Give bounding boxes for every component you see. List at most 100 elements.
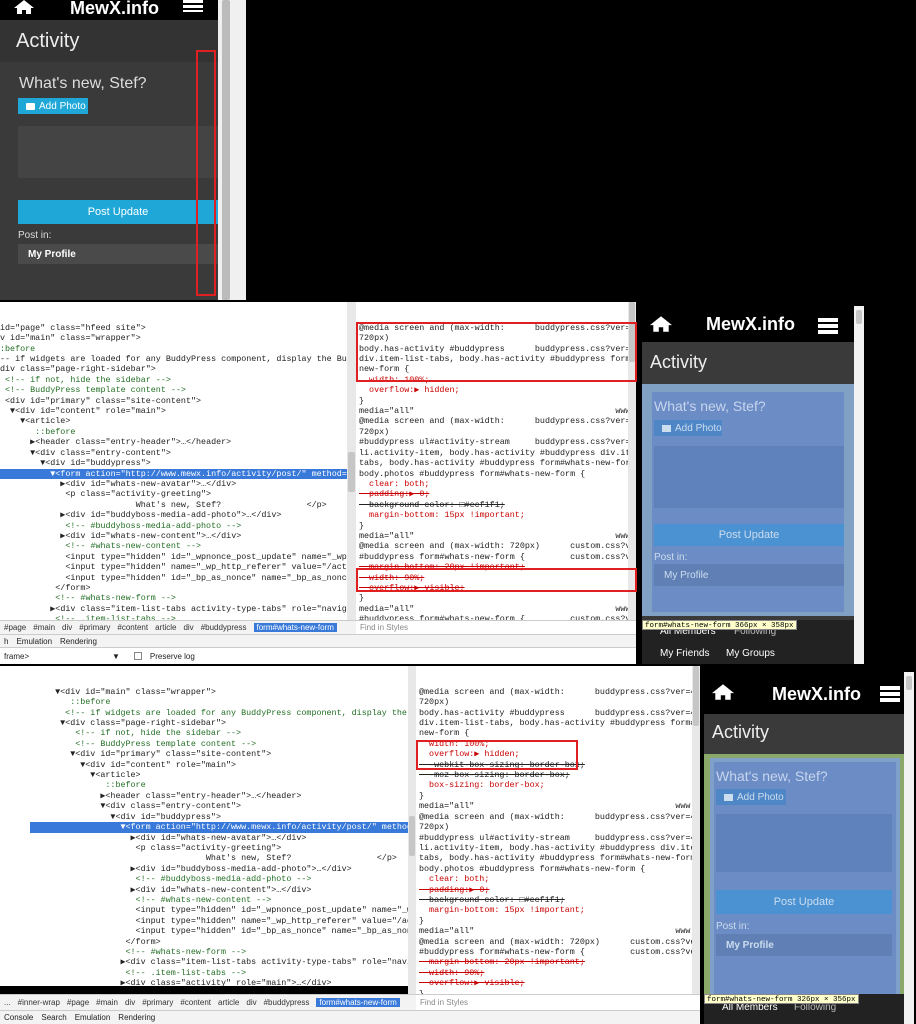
dom-node[interactable]: ▶<div id="buddyboss-media-add-photo">…</… bbox=[0, 510, 356, 520]
post-update-button[interactable]: Post Update bbox=[18, 200, 218, 224]
css-line[interactable]: @media screen and (max-width: buddypress… bbox=[419, 812, 700, 822]
breadcrumb-item[interactable]: #content bbox=[117, 623, 148, 632]
drawer-tab[interactable]: Rendering bbox=[118, 1013, 155, 1022]
css-line[interactable]: clear: both; bbox=[359, 479, 636, 489]
breadcrumb-item[interactable]: #content bbox=[180, 998, 211, 1007]
breadcrumb-active[interactable]: form#whats-new-form bbox=[253, 623, 337, 632]
css-line[interactable]: overflow:▶ visible; bbox=[419, 978, 700, 988]
breadcrumb-item[interactable]: #page bbox=[4, 623, 26, 632]
dom-node[interactable]: ▶<div class="item-list-tabs activity-typ… bbox=[30, 957, 408, 967]
dom-node[interactable]: ▼<div class="entry-content"> bbox=[0, 448, 356, 458]
dom-node[interactable]: ▶<div id="whats-new-content">…</div> bbox=[0, 531, 356, 541]
whats-new-textarea[interactable] bbox=[654, 446, 844, 508]
dom-node[interactable]: ▶<div id="buddyboss-media-add-photo">…</… bbox=[30, 864, 408, 874]
styles-scrollbar-bottom[interactable] bbox=[692, 666, 700, 994]
dom-node[interactable]: What's new, Stef? </p> bbox=[0, 500, 356, 510]
dom-node[interactable]: <!-- #buddyboss-media-add-photo --> bbox=[0, 521, 356, 531]
dom-node[interactable]: ▼<div class="entry-content"> bbox=[30, 801, 408, 811]
dom-node[interactable]: </form> bbox=[30, 937, 408, 947]
css-line[interactable]: background-color: □#ecf1f1; bbox=[359, 500, 636, 510]
dom-node[interactable]: ▼<div id="content" role="main"> bbox=[0, 406, 356, 416]
breadcrumb-item[interactable]: article bbox=[218, 998, 239, 1007]
css-line[interactable]: @media screen and (max-width: buddypress… bbox=[359, 416, 636, 426]
dom-node[interactable]: ▼<div id="main" class="wrapper"> bbox=[30, 687, 408, 697]
css-line[interactable]: media="all" www.mewx.info/ bbox=[359, 406, 636, 416]
css-line[interactable]: 720px) bbox=[359, 427, 636, 437]
css-line[interactable]: tabs, body.has-activity #buddypress form… bbox=[359, 458, 636, 468]
dom-node[interactable]: ::before bbox=[30, 780, 408, 790]
css-line[interactable]: 720px) bbox=[419, 697, 700, 707]
dom-node[interactable]: v id="main" class="wrapper"> bbox=[0, 333, 356, 343]
css-line[interactable]: #buddypress ul#activity-stream buddypres… bbox=[419, 833, 700, 843]
breadcrumb-active[interactable]: form#whats-new-form bbox=[316, 998, 400, 1007]
css-line[interactable]: li.activity-item, body.has-activity #bud… bbox=[419, 843, 700, 853]
drawer-tab[interactable]: Search bbox=[41, 1013, 66, 1022]
elements-scroll-thumb-mid[interactable] bbox=[348, 452, 355, 492]
css-line[interactable]: #buddypress form#whats-new-form { custom… bbox=[419, 947, 700, 957]
top-scroll-thumb[interactable] bbox=[222, 0, 230, 300]
chevron-down-icon[interactable]: ▼ bbox=[112, 652, 120, 661]
css-line[interactable]: margin-bottom: 20px !important; bbox=[419, 957, 700, 967]
breadcrumb-item[interactable]: article bbox=[155, 623, 176, 632]
elements-scrollbar-bottom[interactable] bbox=[408, 666, 416, 994]
css-line[interactable]: div.item-list-tabs, body.has-activity #b… bbox=[419, 718, 700, 728]
dom-node[interactable]: ▼<article> bbox=[0, 416, 356, 426]
css-line[interactable]: } bbox=[359, 521, 636, 531]
dom-node[interactable]: id="page" class="hfeed site"> bbox=[0, 323, 356, 333]
dom-node[interactable]: <!-- #whats-new-form --> bbox=[0, 593, 356, 603]
post-update-button[interactable]: Post Update bbox=[654, 524, 844, 546]
menu-icon[interactable] bbox=[880, 686, 900, 702]
css-line[interactable]: media="all" www.mewx.info/ bbox=[359, 604, 636, 614]
dom-node[interactable]: <input type="hidden" id="_bp_as_nonce" n… bbox=[30, 926, 408, 936]
dom-node[interactable]: <input type="hidden" id="_bp_as_nonce" n… bbox=[0, 573, 356, 583]
breadcrumb-item[interactable]: #main bbox=[96, 998, 118, 1007]
whats-new-textarea[interactable] bbox=[18, 126, 218, 178]
dom-node[interactable]: <p class="activity-greeting"> bbox=[0, 489, 356, 499]
bottom-app-scroll-thumb[interactable] bbox=[906, 676, 912, 690]
breadcrumb-item[interactable]: #page bbox=[67, 998, 89, 1007]
dom-node[interactable]: ▶<div class="activity" role="main">…</di… bbox=[30, 978, 408, 986]
breadcrumb-item[interactable]: #primary bbox=[79, 623, 110, 632]
css-line[interactable]: background-color: □#ecf1f1; bbox=[419, 895, 700, 905]
drawer-tab[interactable]: Emulation bbox=[16, 637, 52, 646]
site-title[interactable]: MewX.info bbox=[772, 684, 861, 705]
dom-node[interactable]: ▼<form action="http://www.mewx.info/acti… bbox=[30, 822, 408, 833]
dom-node[interactable]: ▶<div class="item-list-tabs activity-typ… bbox=[0, 604, 356, 614]
dom-node[interactable]: ▶<div id="whats-new-content">…</div> bbox=[30, 885, 408, 895]
elements-scroll-thumb-bottom[interactable] bbox=[409, 816, 415, 856]
dom-node[interactable]: ▶<div id="whats-new-avatar">…</div> bbox=[30, 833, 408, 843]
dom-node[interactable]: -- if widgets are loaded for any BuddyPr… bbox=[0, 354, 356, 364]
add-photo-button[interactable]: Add Photo bbox=[654, 420, 722, 436]
elements-scrollbar-mid[interactable] bbox=[347, 302, 356, 620]
css-line[interactable]: new-form { bbox=[419, 728, 700, 738]
tab-my-friends[interactable]: My Friends bbox=[660, 648, 709, 659]
dom-node[interactable]: <!-- #whats-new-content --> bbox=[30, 895, 408, 905]
mid-app-scrollbar[interactable] bbox=[854, 306, 864, 664]
css-line[interactable]: media="all" www.mewx.info/ bbox=[359, 531, 636, 541]
css-line[interactable]: clear: both; bbox=[419, 874, 700, 884]
css-line[interactable]: overflow:▶ hidden; bbox=[359, 385, 636, 395]
post-update-button[interactable]: Post Update bbox=[716, 890, 892, 914]
css-line[interactable]: 720px) bbox=[419, 822, 700, 832]
tab-my-groups[interactable]: My Groups bbox=[726, 648, 775, 659]
css-line[interactable]: } bbox=[359, 593, 636, 603]
dom-node[interactable]: <input type="hidden" name="_wp_http_refe… bbox=[0, 562, 356, 572]
dom-node[interactable]: <!-- .item-list-tabs --> bbox=[30, 968, 408, 978]
post-in-select[interactable]: My Profile bbox=[18, 244, 218, 264]
breadcrumb-item[interactable]: div bbox=[125, 998, 135, 1007]
css-line[interactable]: } bbox=[359, 396, 636, 406]
dom-node[interactable]: ▼<div id="primary" class="site-content"> bbox=[30, 749, 408, 759]
dom-node[interactable]: <input type="hidden" id="_wpnonce_post_u… bbox=[30, 905, 408, 915]
css-line[interactable]: body.photos #buddypress form#whats-new-f… bbox=[359, 469, 636, 479]
home-icon[interactable] bbox=[14, 0, 34, 14]
dom-node[interactable]: ▼<div id="buddypress"> bbox=[0, 458, 356, 468]
dom-node[interactable]: <input type="hidden" name="_wp_http_refe… bbox=[30, 916, 408, 926]
dom-node[interactable]: ▼<div id="content" role="main"> bbox=[30, 760, 408, 770]
breadcrumb-item[interactable]: #buddypress bbox=[264, 998, 310, 1007]
breadcrumb-item[interactable]: div bbox=[246, 998, 256, 1007]
css-line[interactable]: margin-bottom: 15px !important; bbox=[359, 510, 636, 520]
dom-node[interactable]: <!-- BuddyPress template content --> bbox=[0, 385, 356, 395]
breadcrumb-item[interactable]: #main bbox=[33, 623, 55, 632]
css-line[interactable]: @media screen and (max-width: 720px) cus… bbox=[419, 937, 700, 947]
css-line[interactable]: padding:▶ 0; bbox=[419, 885, 700, 895]
